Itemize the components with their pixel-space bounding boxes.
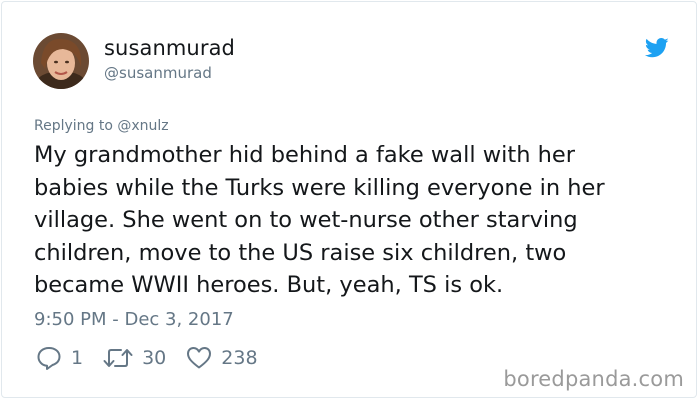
avatar[interactable] xyxy=(33,33,89,89)
tweet-text-line: My grandmother hid behind a fake wall wi… xyxy=(34,142,575,168)
watermark: boredpanda.com xyxy=(503,367,684,391)
tweet-text-line: village. She went on to wet-nurse other … xyxy=(34,207,578,233)
like-count: 238 xyxy=(221,347,258,369)
replying-to[interactable]: Replying to @xnulz xyxy=(34,118,169,134)
action-bar: 1 30 238 xyxy=(36,346,278,370)
tweet-text-line: became WWII heroes. But, yeah, TS is ok. xyxy=(34,272,504,298)
user-handle[interactable]: @susanmurad xyxy=(104,64,212,82)
like-button[interactable]: 238 xyxy=(186,346,258,370)
retweet-count: 30 xyxy=(142,347,167,369)
reply-button[interactable]: 1 xyxy=(36,346,83,370)
heart-icon xyxy=(187,347,212,369)
tweet-card: susanmurad @susanmurad Replying to @xnul… xyxy=(1,1,697,398)
tweet-text-line: babies while the Turks were killing ever… xyxy=(34,174,605,201)
retweet-button[interactable]: 30 xyxy=(103,347,166,369)
tweet-text: My grandmother hid behind a fake wall wi… xyxy=(34,139,674,302)
reply-count: 1 xyxy=(71,347,84,369)
timestamp[interactable]: 9:50 PM - Dec 3, 2017 xyxy=(34,309,234,330)
tweet-text-line: children, move to the US raise six child… xyxy=(34,239,567,266)
retweet-icon xyxy=(103,349,133,367)
reply-bubble-icon xyxy=(37,347,61,370)
twitter-bird-icon[interactable] xyxy=(644,38,669,58)
display-name[interactable]: susanmurad xyxy=(104,36,235,60)
